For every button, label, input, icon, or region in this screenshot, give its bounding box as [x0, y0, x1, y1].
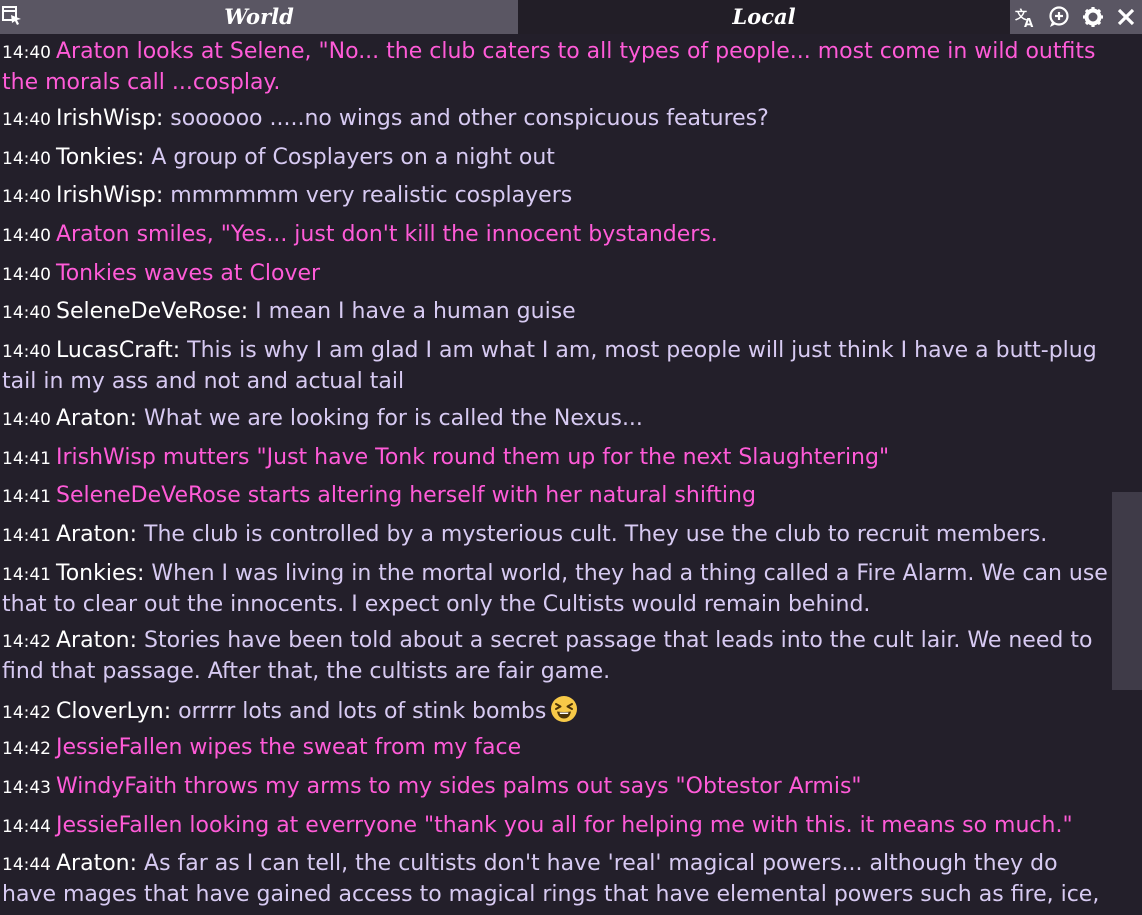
message-text: As far as I can tell, the cultists don't…	[2, 851, 1100, 907]
tab-bar: World Local 文 A	[0, 0, 1142, 34]
timestamp: 14:40	[2, 303, 51, 323]
chat-log: 14:40 Araton looks at Selene, "No... the …	[0, 34, 1108, 915]
chat-message: 14:43 WindyFaith throws my arms to my sid…	[2, 772, 1108, 803]
chat-message: 14:40 Tonkies waves at Clover	[2, 259, 1108, 290]
chat-message: 14:40 IrishWisp: soooooo .....no wings an…	[2, 104, 1108, 135]
timestamp: 14:41	[2, 449, 51, 469]
sender-name[interactable]: Araton:	[56, 851, 137, 876]
emote-text: JessieFallen wipes the sweat from my fac…	[56, 735, 522, 760]
timestamp: 14:40	[2, 43, 51, 63]
scrollbar-thumb[interactable]	[1112, 492, 1142, 690]
timestamp: 14:41	[2, 487, 51, 507]
chat-message: 14:40 Araton looks at Selene, "No... the …	[2, 37, 1108, 97]
chat-message: 14:41 SeleneDeVeRose starts altering hers…	[2, 481, 1108, 512]
timestamp: 14:42	[2, 632, 51, 652]
timestamp: 14:41	[2, 526, 51, 546]
message-text: What we are looking for is called the Ne…	[144, 406, 643, 431]
timestamp: 14:43	[2, 778, 51, 798]
chat-message: 14:40 Araton smiles, "Yes... just don't k…	[2, 220, 1108, 251]
svg-text:A: A	[1024, 16, 1034, 28]
tab-world-label: World	[224, 4, 294, 29]
message-text: mmmmmm very realistic cosplayers	[170, 183, 573, 208]
timestamp: 14:40	[2, 187, 51, 207]
sender-name[interactable]: SeleneDeVeRose:	[56, 299, 248, 324]
chat-message: 14:44 Araton: As far as I can tell, the c…	[2, 849, 1108, 909]
chat-message: 14:44 JessieFallen looking at everryone "…	[2, 811, 1108, 842]
sender-name[interactable]: IrishWisp:	[56, 183, 163, 208]
timestamp: 14:40	[2, 110, 51, 130]
chat-toolbar: 文 A	[1010, 0, 1142, 34]
sender-name[interactable]: Araton:	[56, 406, 137, 431]
chat-message: 14:41 Araton: The club is controlled by a…	[2, 520, 1108, 551]
message-text: soooooo .....no wings and other conspicu…	[170, 106, 769, 131]
chat-message: 14:40 SeleneDeVeRose: I mean I have a hum…	[2, 297, 1108, 328]
emote-text: JessieFallen looking at everryone "thank…	[56, 813, 1073, 838]
chat-message: 14:40 Tonkies: A group of Cosplayers on a…	[2, 143, 1108, 174]
chat-message: 14:40 LucasCraft: This is why I am glad I…	[2, 336, 1108, 396]
emote-text: WindyFaith throws my arms to my sides pa…	[56, 774, 862, 799]
chat-message: 14:40 IrishWisp: mmmmmm very realistic co…	[2, 181, 1108, 212]
message-text: Stories have been told about a secret pa…	[2, 628, 1093, 684]
chat-message: 14:41 Tonkies: When I was living in the m…	[2, 559, 1108, 619]
chat-message: 14:41 IrishWisp mutters "Just have Tonk r…	[2, 443, 1108, 474]
chat-message: 14:42 Araton: Stories have been told abou…	[2, 626, 1108, 686]
message-text: I mean I have a human guise	[255, 299, 576, 324]
sender-name[interactable]: CloverLyn:	[56, 699, 171, 724]
emote-text: Araton smiles, "Yes... just don't kill t…	[56, 222, 718, 247]
popout-window-icon[interactable]	[2, 6, 22, 26]
settings-icon[interactable]	[1082, 6, 1104, 28]
message-text: When I was living in the mortal world, t…	[2, 561, 1108, 617]
timestamp: 14:42	[2, 703, 51, 723]
timestamp: 14:42	[2, 739, 51, 759]
timestamp: 14:40	[2, 265, 51, 285]
tab-local-label: Local	[732, 4, 796, 29]
sender-name[interactable]: Araton:	[56, 522, 137, 547]
emote-text: Tonkies waves at Clover	[56, 261, 321, 286]
sender-name[interactable]: Tonkies:	[56, 561, 144, 586]
timestamp: 14:40	[2, 342, 51, 362]
laughing-emoji-icon	[551, 696, 578, 722]
timestamp: 14:40	[2, 149, 51, 169]
tab-local[interactable]: Local	[518, 0, 1010, 34]
message-text: The club is controlled by a mysterious c…	[144, 522, 1048, 547]
tab-world[interactable]: World	[0, 0, 518, 34]
add-chat-icon[interactable]	[1048, 6, 1070, 28]
chat-window: World Local 文 A 14:40 Araton looks at Se…	[0, 0, 1142, 915]
close-icon[interactable]	[1115, 6, 1137, 28]
message-text: A group of Cosplayers on a night out	[151, 145, 555, 170]
emote-text: Araton looks at Selene, "No... the club …	[2, 39, 1096, 95]
sender-name[interactable]: IrishWisp:	[56, 106, 163, 131]
chat-message: 14:42 JessieFallen wipes the sweat from m…	[2, 733, 1108, 764]
chat-message: 14:42 CloverLyn: orrrrr lots and lots of …	[2, 695, 1108, 728]
timestamp: 14:44	[2, 817, 51, 837]
emote-text: IrishWisp mutters "Just have Tonk round …	[56, 445, 890, 470]
sender-name[interactable]: LucasCraft:	[56, 338, 180, 363]
timestamp: 14:40	[2, 226, 51, 246]
emote-text: SeleneDeVeRose starts altering herself w…	[56, 483, 756, 508]
chat-message: 14:40 Araton: What we are looking for is …	[2, 404, 1108, 435]
timestamp: 14:44	[2, 855, 51, 875]
sender-name[interactable]: Araton:	[56, 628, 137, 653]
sender-name[interactable]: Tonkies:	[56, 145, 144, 170]
translate-icon[interactable]: 文 A	[1014, 6, 1036, 28]
timestamp: 14:41	[2, 565, 51, 585]
message-text: orrrrr lots and lots of stink bombs	[178, 699, 547, 724]
timestamp: 14:40	[2, 410, 51, 430]
